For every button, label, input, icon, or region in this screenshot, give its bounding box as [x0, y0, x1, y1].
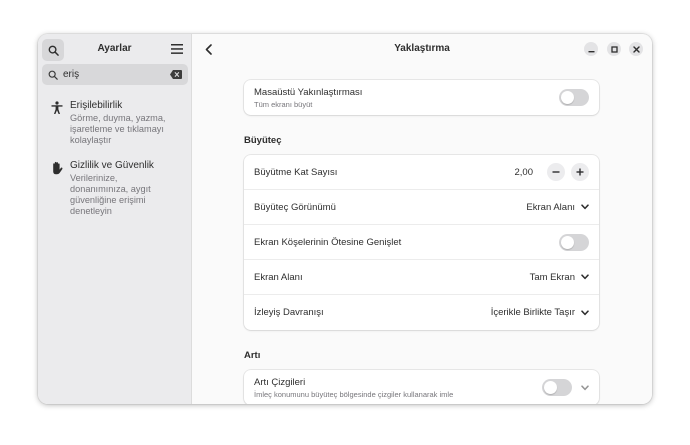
magnifier-card: Büyütme Kat Sayısı 2,00 Büyüteç Görünümü…: [244, 155, 599, 330]
tracking-behavior-label: İzleyiş Davranışı: [254, 307, 324, 318]
chevron-down-icon: [580, 204, 589, 210]
screen-area-value: Tam Ekran: [529, 271, 575, 283]
sidebar-item-label: Erişilebilirlik: [70, 100, 123, 111]
sidebar-item-accessibility[interactable]: Erişilebilirlik Görme, duyma, yazma, işa…: [50, 100, 185, 146]
chevron-down-icon: [580, 384, 589, 390]
plus-icon: [576, 168, 584, 176]
desktop-zoom-switch[interactable]: [559, 89, 589, 106]
extend-beyond-edges-row[interactable]: Ekran Köşelerinin Ötesine Genişlet: [244, 225, 599, 260]
sidebar-item-label: Gizlilik ve Güvenlik: [70, 160, 154, 171]
accessibility-icon: [51, 101, 63, 114]
header-bar: Yaklaştırma: [192, 34, 652, 64]
minimize-button[interactable]: [584, 42, 598, 56]
maximize-icon: [610, 45, 618, 53]
description-line: kolaylaştır: [70, 135, 112, 145]
magnifier-view-value: Ekran Alanı: [526, 201, 575, 213]
minimize-icon: [588, 50, 594, 52]
crosshairs-text: Artı Çizgileri İmleç konumunu büyüteç bö…: [254, 377, 542, 399]
magnifier-view-dropdown[interactable]: Ekran Alanı: [526, 202, 589, 213]
magnification-factor-value[interactable]: 2,00: [515, 167, 534, 178]
description-line: güvenliğine erişimi: [70, 195, 146, 205]
description-line: donanımınıza, aygıt: [70, 184, 151, 194]
increase-factor-button[interactable]: [571, 163, 589, 181]
main-panel: Yaklaştırma Masaüstü Yakınlaştırması Tüm…: [192, 34, 652, 404]
search-icon: [48, 70, 58, 80]
switch-knob: [561, 235, 574, 249]
decrease-factor-button[interactable]: [547, 163, 565, 181]
maximize-button[interactable]: [607, 42, 621, 56]
desktop-zoom-sublabel: Tüm ekranı büyüt: [254, 99, 313, 109]
search-field[interactable]: [42, 64, 188, 85]
switch-knob: [561, 91, 574, 104]
crosshairs-sublabel: İmleç konumunu büyüteç bölgesinde çizgil…: [254, 389, 454, 399]
magnifier-view-row[interactable]: Büyüteç Görünümü Ekran Alanı: [244, 190, 599, 225]
crosshairs-expand-button[interactable]: [580, 384, 589, 392]
screen-area-label: Ekran Alanı: [254, 271, 303, 283]
screen-area-dropdown[interactable]: Tam Ekran: [530, 272, 589, 283]
desktop-zoom-row[interactable]: Masaüstü Yakınlaştırması Tüm ekranı büyü…: [244, 80, 599, 115]
search-input[interactable]: [63, 69, 170, 80]
sidebar: Ayarlar Erişilebilirlik Görme, duyma, ya…: [38, 34, 192, 404]
crosshairs-switch[interactable]: [542, 379, 572, 396]
desktop-zoom-card: Masaüstü Yakınlaştırması Tüm ekranı büyü…: [244, 80, 599, 115]
close-icon: [632, 45, 640, 53]
desktop-zoom-label: Masaüstü Yakınlaştırması: [254, 86, 363, 98]
chevron-down-icon: [580, 309, 589, 315]
magnification-factor-row: Büyütme Kat Sayısı 2,00: [244, 155, 599, 190]
chevron-down-icon: [580, 274, 589, 280]
settings-window: Ayarlar Erişilebilirlik Görme, duyma, ya…: [38, 34, 652, 404]
minus-icon: [552, 171, 560, 173]
crosshairs-card: Artı Çizgileri İmleç konumunu büyüteç bö…: [244, 370, 599, 404]
close-button[interactable]: [629, 42, 643, 56]
magnifier-view-label: Büyüteç Görünümü: [254, 201, 336, 213]
sidebar-item-privacy[interactable]: Gizlilik ve Güvenlik Verilerinize, donan…: [50, 160, 185, 217]
magnifier-section-title: Büyüteç: [244, 135, 282, 146]
main-menu-button[interactable]: [169, 42, 185, 56]
sidebar-header: Ayarlar: [38, 34, 191, 64]
tracking-behavior-dropdown[interactable]: İçerikle Birlikte Taşır: [491, 307, 589, 318]
tracking-behavior-value: İçerikle Birlikte Taşır: [490, 307, 575, 318]
crosshairs-label: Artı Çizgileri: [254, 376, 306, 388]
tracking-behavior-row[interactable]: İzleyiş Davranışı İçerikle Birlikte Taşı…: [244, 295, 599, 330]
crosshairs-row[interactable]: Artı Çizgileri İmleç konumunu büyüteç bö…: [244, 370, 599, 404]
desktop-zoom-text: Masaüstü Yakınlaştırması Tüm ekranı büyü…: [254, 87, 559, 109]
clear-search-button[interactable]: [170, 70, 182, 79]
description-line: işaretleme ve tıklamayı: [70, 124, 164, 134]
extend-beyond-edges-switch[interactable]: [559, 233, 589, 251]
clear-icon: [170, 70, 182, 79]
screen-area-row[interactable]: Ekran Alanı Tam Ekran: [244, 260, 599, 295]
magnification-factor-label: Büyütme Kat Sayısı: [254, 166, 338, 178]
sidebar-item-description: Görme, duyma, yazma, işaretleme ve tıkla…: [70, 113, 165, 146]
description-line: Verilerinize,: [70, 173, 118, 183]
hamburger-menu-icon: [171, 44, 183, 54]
extend-beyond-edges-label: Ekran Köşelerinin Ötesine Genişlet: [254, 236, 402, 248]
crosshairs-section-title: Artı: [244, 350, 261, 361]
switch-knob: [544, 381, 557, 394]
description-line: Görme, duyma, yazma,: [70, 113, 166, 123]
description-line: denetleyin: [70, 206, 112, 216]
sidebar-item-description: Verilerinize, donanımınıza, aygıt güvenl…: [70, 173, 154, 217]
hand-icon: [53, 161, 63, 175]
page-title: Yaklaştırma: [394, 43, 450, 54]
